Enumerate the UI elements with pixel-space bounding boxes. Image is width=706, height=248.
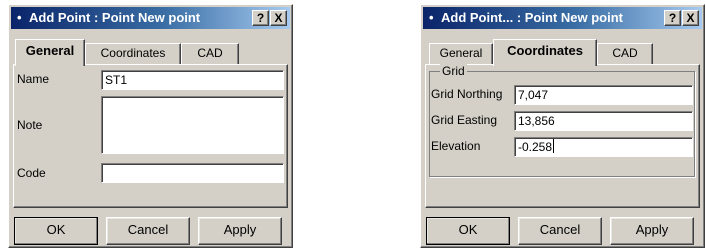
- elevation-label: Elevation: [431, 139, 481, 153]
- tab-cad[interactable]: CAD: [181, 43, 239, 65]
- dialog-title-bar[interactable]: • Add Point... : Point New point ? X: [423, 7, 702, 29]
- code-label: Code: [17, 166, 46, 180]
- name-input[interactable]: ST1: [101, 70, 284, 90]
- grid-group-label: Grid: [440, 64, 467, 78]
- coordinates-tab-panel: Grid Grid Northing 7,047 Grid Easting 13…: [425, 64, 700, 208]
- help-button[interactable]: ?: [664, 10, 681, 26]
- code-input[interactable]: [101, 163, 284, 183]
- ok-button[interactable]: OK: [426, 217, 510, 245]
- grid-northing-input[interactable]: 7,047: [514, 85, 693, 105]
- dialog-title: Add Point... : Point New point: [441, 10, 623, 25]
- apply-button[interactable]: Apply: [198, 217, 282, 245]
- ok-button[interactable]: OK: [14, 217, 98, 245]
- tab-general[interactable]: General: [15, 39, 85, 66]
- elevation-value: -0.258: [518, 140, 553, 154]
- add-point-dialog-coordinates: • Add Point... : Point New point ? X Gen…: [420, 4, 705, 248]
- grid-groupbox: Grid Grid Northing 7,047 Grid Easting 13…: [429, 64, 695, 177]
- apply-button[interactable]: Apply: [610, 217, 694, 245]
- tab-coordinates[interactable]: Coordinates: [85, 43, 181, 65]
- help-button[interactable]: ?: [252, 10, 269, 26]
- add-point-dialog-general: • Add Point : Point New point ? X Genera…: [8, 4, 293, 248]
- elevation-input[interactable]: -0.258: [514, 137, 693, 157]
- tab-coordinates[interactable]: Coordinates: [493, 39, 597, 66]
- window-menu-icon[interactable]: •: [429, 10, 434, 25]
- grid-easting-input[interactable]: 13,856: [514, 111, 693, 131]
- dialog-title: Add Point : Point New point: [29, 10, 201, 25]
- tab-strip: General Coordinates CAD: [425, 39, 695, 66]
- tab-cad[interactable]: CAD: [597, 43, 653, 65]
- grid-easting-label: Grid Easting: [431, 113, 498, 127]
- close-button[interactable]: X: [270, 10, 287, 26]
- note-textarea[interactable]: [101, 96, 284, 154]
- cancel-button[interactable]: Cancel: [106, 217, 190, 245]
- grid-northing-label: Grid Northing: [431, 87, 503, 101]
- text-cursor: [553, 139, 555, 153]
- window-menu-icon[interactable]: •: [17, 10, 22, 25]
- tab-general[interactable]: General: [429, 43, 493, 65]
- general-tab-panel: Name ST1 Note Code: [13, 64, 288, 208]
- note-label: Note: [17, 118, 43, 132]
- tab-strip: General Coordinates CAD: [13, 39, 283, 66]
- close-button[interactable]: X: [682, 10, 699, 26]
- name-label: Name: [17, 72, 50, 86]
- dialog-title-bar[interactable]: • Add Point : Point New point ? X: [11, 7, 290, 29]
- cancel-button[interactable]: Cancel: [518, 217, 602, 245]
